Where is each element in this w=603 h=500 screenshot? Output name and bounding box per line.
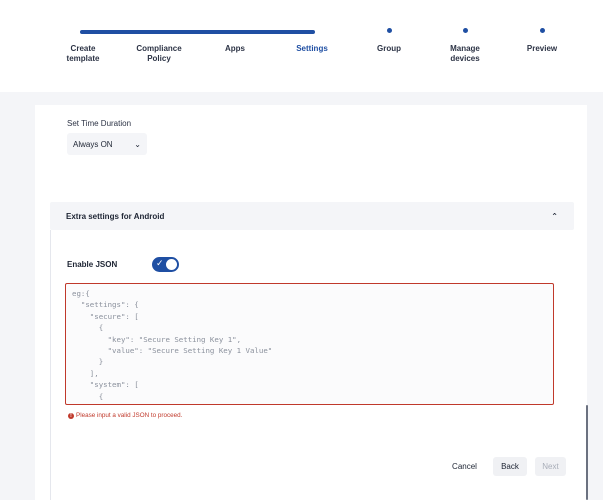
step-label: Compliance Policy — [136, 44, 182, 63]
page: Create template Compliance Policy Apps S… — [0, 0, 603, 500]
step-manage-devices[interactable]: Manage devices — [425, 22, 505, 63]
chevron-up-icon: ⌃ — [551, 211, 558, 221]
duration-select[interactable]: Always ON ⌄ — [67, 133, 147, 155]
chevron-down-icon: ⌄ — [134, 139, 141, 149]
android-settings-accordion[interactable]: Extra settings for Android ⌃ — [50, 202, 574, 230]
error-text: Please input a valid JSON to proceed. — [76, 412, 183, 419]
step-settings[interactable]: Settings — [272, 22, 352, 54]
step-dot — [462, 28, 468, 33]
check-icon: ✓ — [156, 258, 164, 268]
next-button[interactable]: Next — [535, 457, 566, 476]
step-label: Group — [377, 44, 401, 53]
json-editor-textarea[interactable]: eg:{ "settings": { "secure": [ { "key": … — [65, 283, 554, 405]
duration-label: Set Time Duration — [67, 119, 132, 128]
scrollbar[interactable] — [586, 405, 588, 500]
step-dot — [539, 28, 545, 33]
step-apps[interactable]: Apps — [195, 22, 275, 54]
step-label: Preview — [526, 44, 558, 53]
accordion-body-border — [50, 230, 51, 500]
enable-json-label: Enable JSON — [67, 260, 118, 269]
step-label: Manage devices — [450, 44, 480, 63]
step-dot — [386, 28, 392, 33]
step-label: Settings — [296, 44, 328, 53]
enable-json-toggle[interactable]: ✓ — [152, 257, 179, 272]
step-preview[interactable]: Preview — [502, 22, 582, 54]
cancel-button[interactable]: Cancel — [447, 457, 482, 476]
step-label: Apps — [225, 44, 245, 53]
step-label: Create template — [66, 44, 100, 63]
duration-value: Always ON — [73, 139, 113, 149]
settings-card: Set Time Duration Always ON ⌄ Extra sett… — [35, 105, 588, 500]
step-create-template[interactable]: Create template — [43, 22, 123, 63]
accordion-title: Extra settings for Android — [66, 211, 165, 221]
error-icon: ! — [68, 412, 74, 419]
step-group[interactable]: Group — [349, 22, 429, 54]
toggle-knob — [166, 259, 177, 270]
back-button[interactable]: Back — [493, 457, 527, 476]
wizard-stepper: Create template Compliance Policy Apps S… — [0, 0, 603, 92]
json-error-message: ! Please input a valid JSON to proceed. — [68, 412, 182, 419]
step-compliance-policy[interactable]: Compliance Policy — [119, 22, 199, 63]
